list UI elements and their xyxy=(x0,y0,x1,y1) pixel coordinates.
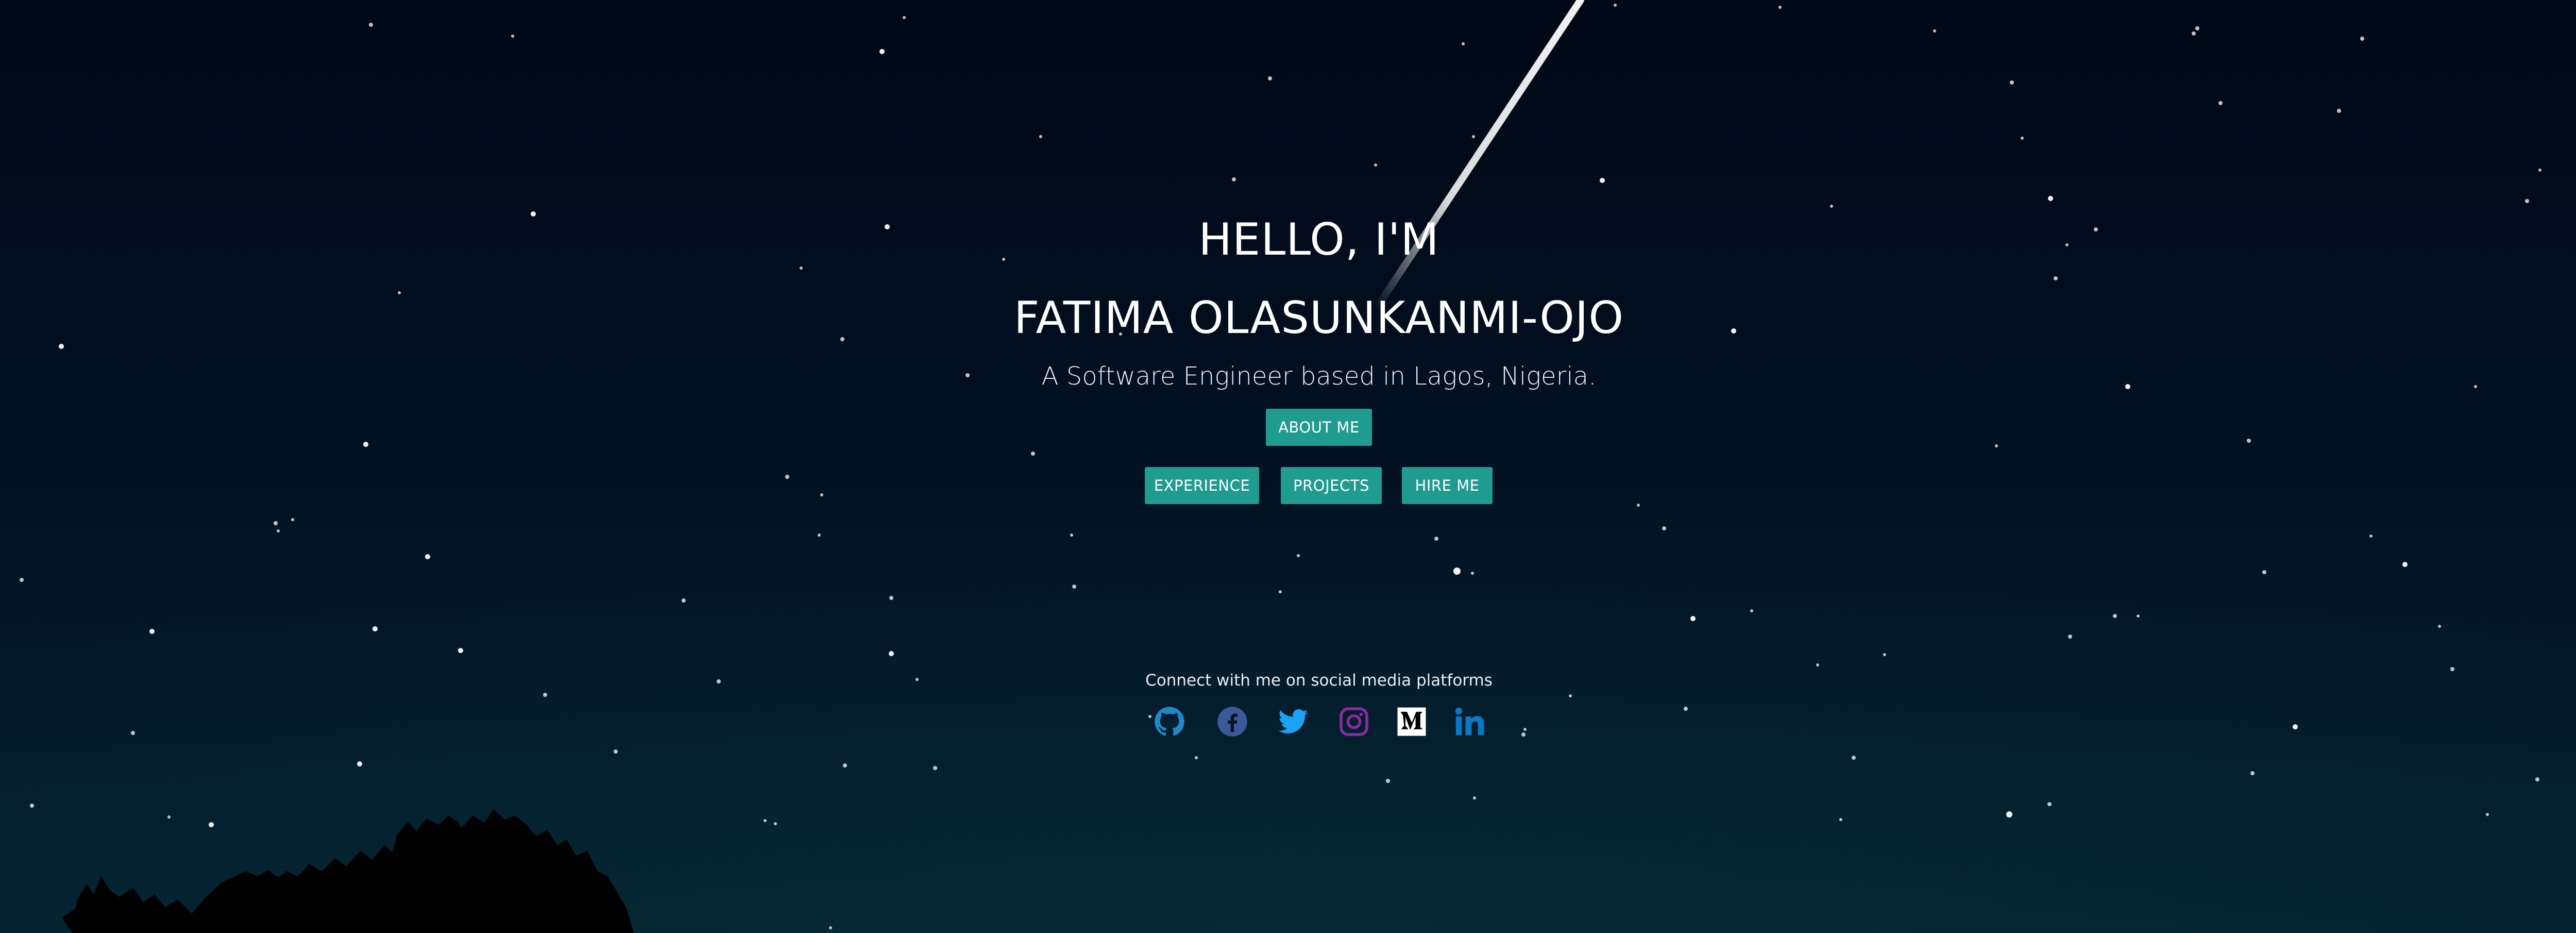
about-me-button[interactable]: ABOUT ME xyxy=(1266,409,1372,446)
github-link[interactable] xyxy=(1154,706,1185,737)
hero-section: HELLO, I'M FATIMA OLASUNKANMI-OJO A Soft… xyxy=(0,0,2576,933)
github-icon xyxy=(1155,707,1184,736)
experience-button[interactable]: EXPERIENCE xyxy=(1145,467,1259,504)
facebook-link[interactable] xyxy=(1217,706,1248,737)
medium-link[interactable] xyxy=(1396,706,1427,737)
hire-me-button[interactable]: HIRE ME xyxy=(1402,467,1493,504)
twitter-icon xyxy=(1278,709,1308,734)
instagram-link[interactable] xyxy=(1338,706,1369,737)
linkedin-icon xyxy=(1455,707,1484,736)
projects-button[interactable]: PROJECTS xyxy=(1281,467,1382,504)
tagline: A Software Engineer based in Lagos, Nige… xyxy=(1041,362,1597,391)
facebook-icon xyxy=(1217,707,1247,737)
twitter-link[interactable] xyxy=(1278,706,1309,737)
linkedin-link[interactable] xyxy=(1454,706,1485,737)
medium-icon xyxy=(1397,707,1426,736)
greeting-heading: HELLO, I'M xyxy=(1198,214,1439,265)
social-caption: Connect with me on social media platform… xyxy=(1145,671,1493,690)
name-heading: FATIMA OLASUNKANMI-OJO xyxy=(1013,292,1624,344)
instagram-icon xyxy=(1340,707,1368,736)
